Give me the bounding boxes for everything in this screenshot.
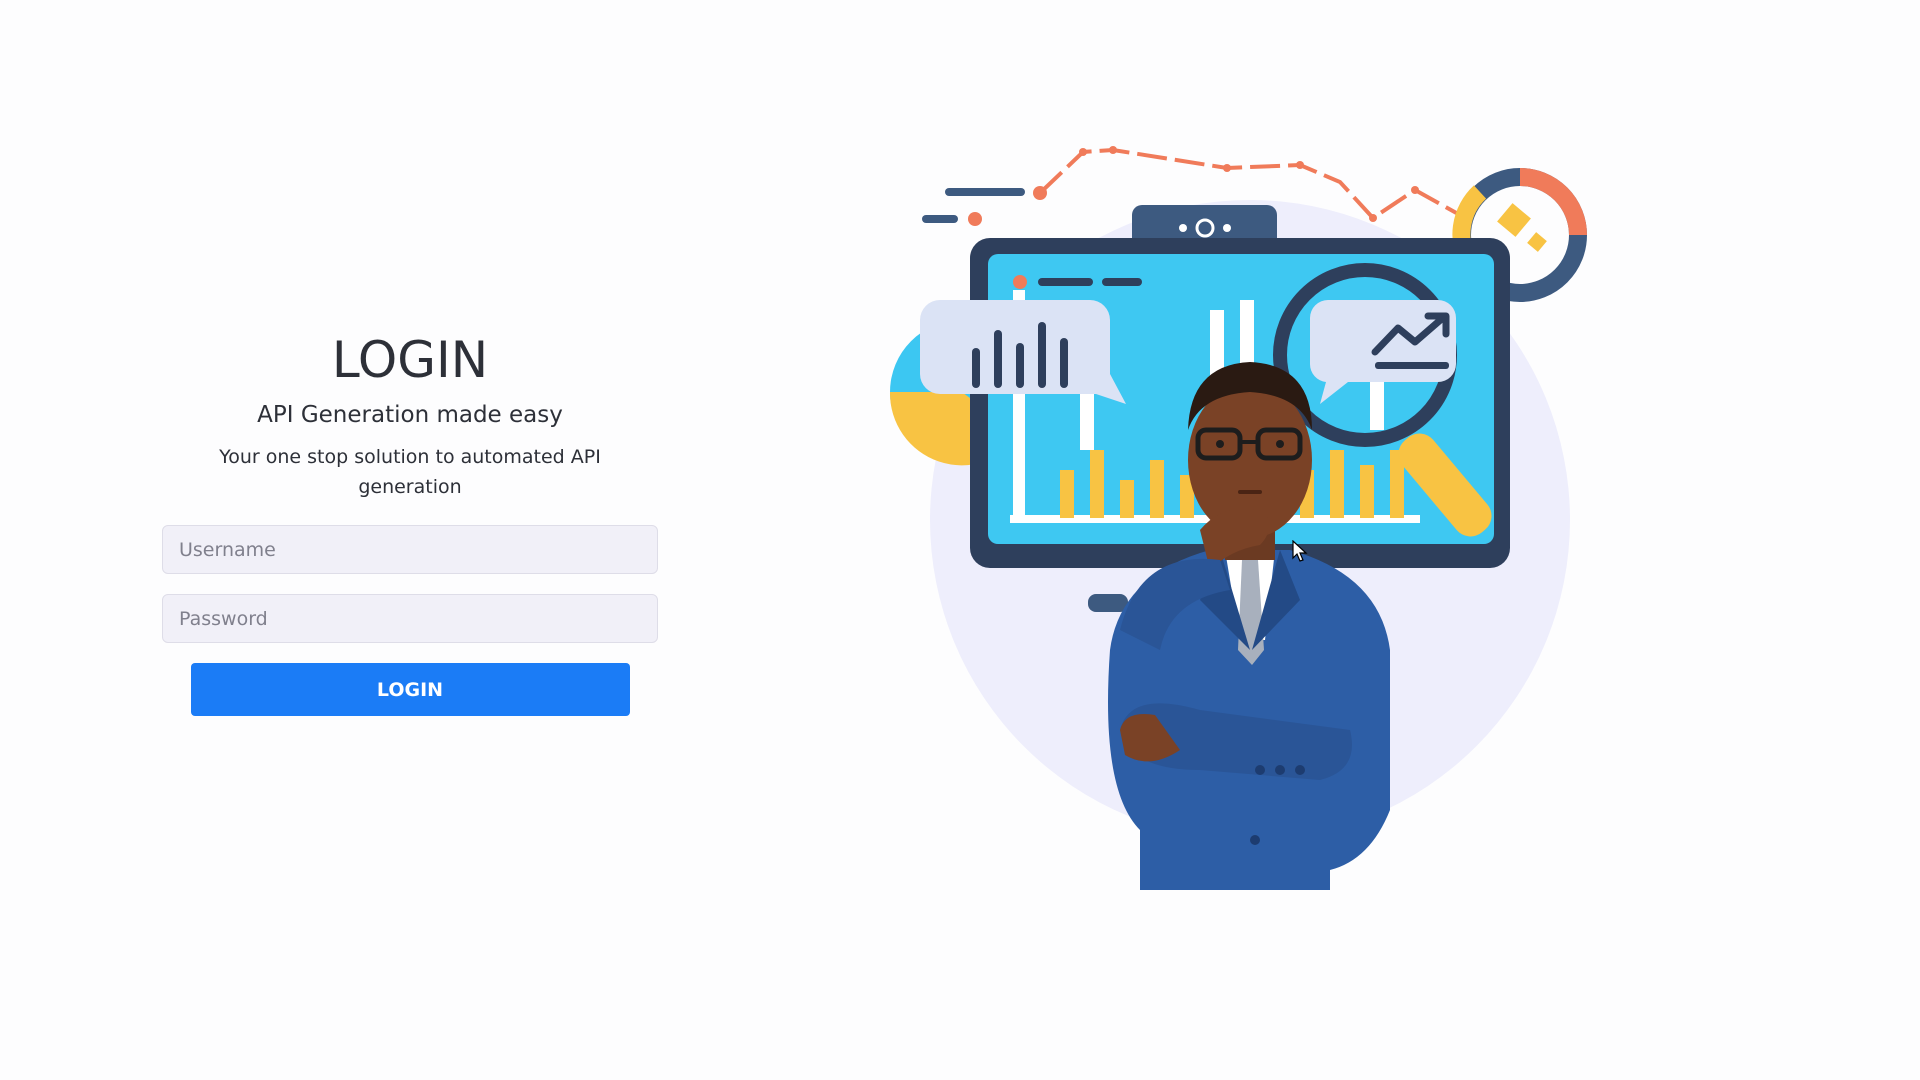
login-button[interactable]: LOGIN (190, 663, 630, 716)
hero-illustration (880, 130, 1620, 910)
login-page: LOGIN API Generation made easy Your one … (0, 0, 1920, 1080)
username-input[interactable] (162, 525, 658, 574)
login-title: LOGIN (331, 331, 489, 389)
bar-chart-bubble (920, 300, 1126, 404)
login-form: LOGIN API Generation made easy Your one … (162, 330, 658, 716)
password-input[interactable] (162, 594, 658, 643)
analytics-illustration (889, 146, 1587, 890)
mouse-cursor-icon (1292, 540, 1308, 562)
login-subtitle: API Generation made easy (257, 402, 563, 428)
login-description: Your one stop solution to automated API … (219, 446, 601, 498)
